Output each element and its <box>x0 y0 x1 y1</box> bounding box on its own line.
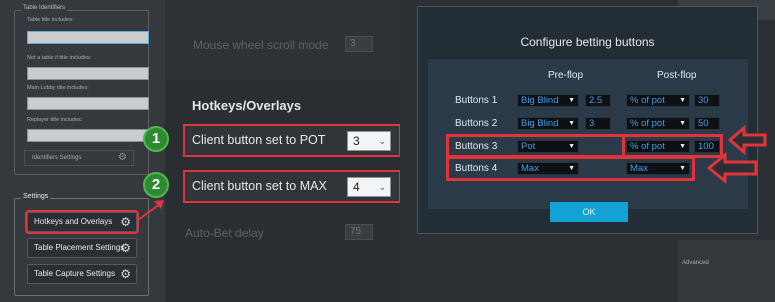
field-label: Not a table if title includes: <box>27 55 92 61</box>
arrow-left-icon <box>728 125 767 155</box>
button-label: Table Placement Settings <box>34 243 125 252</box>
hotkeys-overlays-heading: Hotkeys/Overlays <box>192 98 302 113</box>
table-identifiers-legend: Table Identifiers <box>21 5 68 11</box>
chevron-down-icon: ⌄ <box>378 136 386 146</box>
settings-group: Settings Hotkeys and Overlays ⚙ Table Pl… <box>14 193 149 296</box>
not-a-table-input[interactable] <box>27 67 149 80</box>
select-value: 4 <box>353 180 360 194</box>
client-button-max-row: Client button set to MAX 4 ⌄ <box>183 170 401 203</box>
hotkeys-and-overlays-button[interactable]: Hotkeys and Overlays ⚙ <box>25 210 139 234</box>
field-label: Table title includes: <box>27 17 74 23</box>
gear-icon: ⚙ <box>118 152 127 163</box>
client-button-max-label: Client button set to MAX <box>192 179 327 193</box>
auto-bet-delay-input[interactable]: 75 <box>345 224 373 240</box>
dialog-title: Configure betting buttons <box>520 35 655 49</box>
table-capture-settings-button[interactable]: Table Capture Settings ⚙ <box>27 264 137 284</box>
ok-button[interactable]: OK <box>550 202 628 222</box>
buttons-2-postflop-value[interactable]: 50 <box>694 117 720 130</box>
step-badge-2: 2 <box>143 172 169 198</box>
dropdown-arrow-icon: ▼ <box>679 120 686 127</box>
dd-value: % of pot <box>630 118 665 129</box>
gear-icon: ⚙ <box>120 215 131 229</box>
buttons-2-preflop-value[interactable]: 3 <box>585 117 611 130</box>
mouse-wheel-select[interactable]: 3 <box>345 36 373 52</box>
dropdown-arrow-icon: ▼ <box>568 97 575 104</box>
field-label: Replayer title includes: <box>27 117 83 123</box>
postflop-column-header: Post-flop <box>657 70 697 81</box>
client-button-max-select[interactable]: 4 ⌄ <box>347 177 391 197</box>
field-label: Main Lobby title includes: <box>27 85 89 91</box>
preflop-column-header: Pre-flop <box>548 70 584 81</box>
main-lobby-input[interactable] <box>27 97 149 110</box>
dropdown-arrow-icon: ▼ <box>568 120 575 127</box>
button-label: Hotkeys and Overlays <box>34 217 113 226</box>
gear-icon: ⚙ <box>120 267 131 281</box>
client-button-pot-label: Client button set to POT <box>192 133 326 147</box>
dd-value: % of pot <box>630 95 665 106</box>
buttons-2-postflop-type[interactable]: % of pot ▼ <box>626 117 690 130</box>
left-settings-panel: Table Identifiers Table title includes: … <box>0 0 165 302</box>
mouse-wheel-label: Mouse wheel scroll mode <box>193 38 329 52</box>
identifiers-settings-label: Identifiers Settings <box>32 155 82 161</box>
buttons-2-label: Buttons 2 <box>455 118 498 129</box>
advanced-panel: Advanced <box>678 240 775 302</box>
gear-icon: ⚙ <box>120 241 131 255</box>
select-value: 3 <box>353 134 360 148</box>
buttons-4-highlight <box>446 156 695 181</box>
identifiers-settings-button[interactable]: Identifiers Settings ⚙ <box>24 150 134 166</box>
dd-value: Big Blind <box>521 95 559 106</box>
advanced-label: Advanced <box>682 260 709 266</box>
buttons-1-postflop-type[interactable]: % of pot ▼ <box>626 94 690 107</box>
dropdown-arrow-icon: ▼ <box>679 97 686 104</box>
chevron-down-icon: ⌄ <box>378 182 386 192</box>
dd-value: Big Blind <box>521 118 559 129</box>
settings-legend: Settings <box>21 193 51 200</box>
client-button-pot-select[interactable]: 3 ⌄ <box>347 131 391 151</box>
faded-top-area: Mouse wheel scroll mode 3 <box>165 0 400 80</box>
buttons-1-label: Buttons 1 <box>455 95 498 106</box>
buttons-3-highlight-left <box>446 134 625 158</box>
buttons-1-preflop-type[interactable]: Big Blind ▼ <box>517 94 579 107</box>
table-title-input[interactable] <box>27 31 149 44</box>
client-button-pot-row: Client button set to POT 3 ⌄ <box>183 124 401 157</box>
auto-bet-delay-label: Auto-Bet delay <box>185 226 264 240</box>
buttons-1-preflop-value[interactable]: 2.5 <box>585 94 611 107</box>
arrow-left-icon <box>707 152 758 184</box>
table-placement-settings-button[interactable]: Table Placement Settings ⚙ <box>27 238 137 258</box>
button-label: Table Capture Settings <box>34 269 115 278</box>
step-badge-1: 1 <box>143 126 169 152</box>
buttons-1-postflop-value[interactable]: 30 <box>694 94 720 107</box>
buttons-2-preflop-type[interactable]: Big Blind ▼ <box>517 117 579 130</box>
replayer-input[interactable] <box>27 129 149 142</box>
